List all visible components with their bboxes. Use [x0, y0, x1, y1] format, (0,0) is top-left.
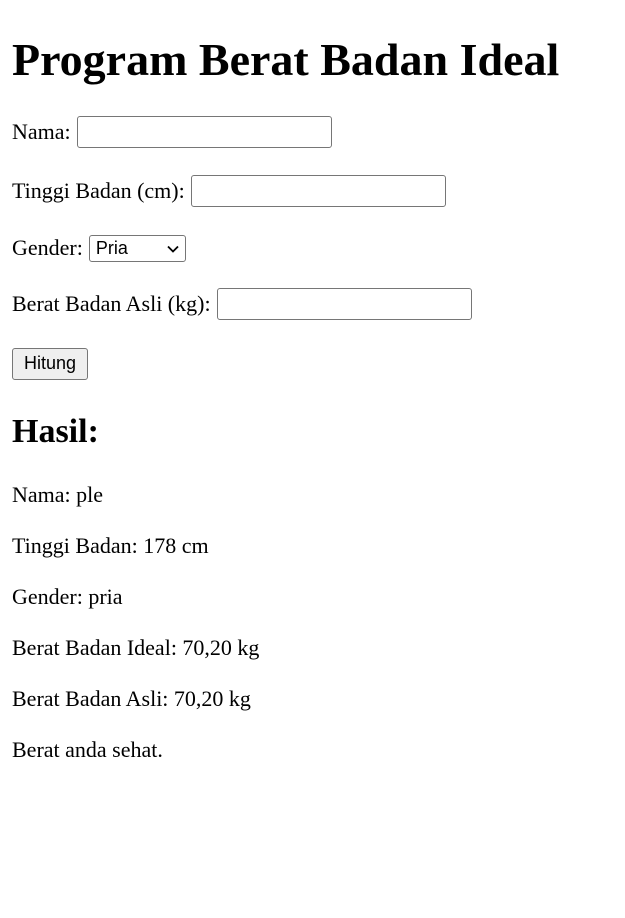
name-row: Nama:: [12, 116, 332, 148]
weight-row: Berat Badan Asli (kg):: [12, 288, 472, 320]
result-gender: Gender: pria: [12, 584, 123, 609]
weight-input[interactable]: [216, 288, 472, 320]
result-ideal-weight: Berat Badan Ideal: 70,20 kg: [12, 635, 260, 660]
result-name: Nama: ple: [12, 482, 104, 507]
gender-select[interactable]: Pria: [88, 235, 186, 262]
result-status: Berat anda sehat.: [12, 737, 163, 762]
gender-row: Gender: Pria: [12, 235, 186, 262]
result-actual-weight: Berat Badan Asli: 70,20 kg: [12, 686, 251, 711]
weight-label: Berat Badan Asli (kg):: [12, 290, 211, 316]
name-input[interactable]: [76, 116, 332, 148]
hitung-button[interactable]: Hitung: [12, 348, 89, 380]
page-title: Program Berat Badan Ideal: [12, 34, 560, 85]
chevron-down-icon: [167, 245, 179, 253]
submit-row: Hitung: [12, 348, 89, 380]
result-height: Tinggi Badan: 178 cm: [12, 533, 209, 558]
gender-label: Gender:: [12, 235, 83, 261]
result-heading: Hasil:: [12, 413, 99, 450]
height-row: Tinggi Badan (cm):: [12, 175, 446, 207]
height-label: Tinggi Badan (cm):: [12, 177, 185, 203]
name-label: Nama:: [12, 118, 71, 144]
height-input[interactable]: [190, 175, 446, 207]
gender-selected-value: Pria: [95, 237, 128, 258]
